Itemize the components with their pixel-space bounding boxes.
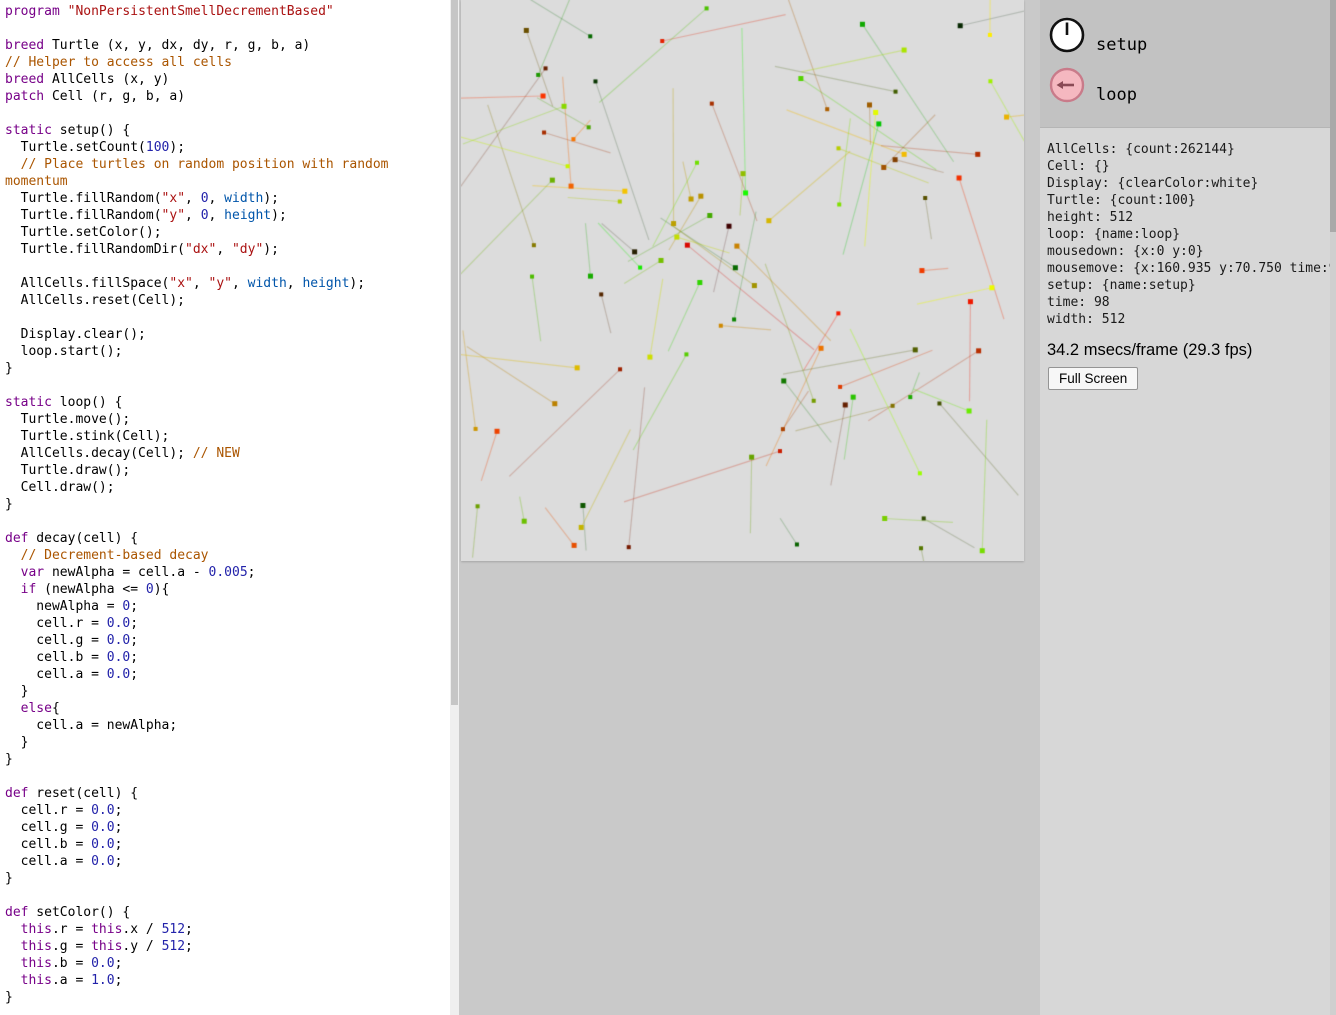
stopwatch-icon [1048,42,1086,57]
app-root: program "NonPersistentSmellDecrementBase… [0,0,1336,1015]
control-panel: setup loop AllCells: {count:262144} Cell… [1040,0,1336,1015]
loop-button-label[interactable]: loop [1096,85,1137,105]
panel-scrollbar[interactable] [1330,0,1336,1015]
variable-item: mousedown: {x:0 y:0} [1047,243,1336,260]
variable-item: height: 512 [1047,209,1336,226]
panel-scrollbar-thumb[interactable] [1330,0,1336,232]
variable-item: mousemove: {x:160.935 y:70.750 time:9 [1047,260,1336,277]
variable-item: loop: {name:loop} [1047,226,1336,243]
frame-stats: 34.2 msecs/frame (29.3 fps) [1047,341,1252,360]
variable-item: Display: {clearColor:white} [1047,175,1336,192]
code-scrollbar-thumb[interactable] [451,0,458,705]
simulation-canvas[interactable] [461,0,1024,561]
code-editor-pane: program "NonPersistentSmellDecrementBase… [0,0,450,1015]
variable-item: AllCells: {count:262144} [1047,141,1336,158]
variable-item: width: 512 [1047,311,1336,328]
fullscreen-button[interactable]: Full Screen [1048,367,1138,390]
loop-button[interactable] [1048,66,1086,104]
variable-item: Cell: {} [1047,158,1336,175]
loop-control: loop [1048,66,1137,104]
setup-button[interactable] [1048,16,1086,54]
code-editor-scrollbar[interactable] [450,0,459,1015]
variable-item: setup: {name:setup} [1047,277,1336,294]
code-content[interactable]: program "NonPersistentSmellDecrementBase… [0,0,450,1006]
variables-list: AllCells: {count:262144} Cell: {} Displa… [1047,141,1336,328]
setup-control: setup [1048,16,1147,54]
setup-button-label[interactable]: setup [1096,35,1147,55]
loop-arrow-icon [1048,92,1086,107]
variable-item: Turtle: {count:100} [1047,192,1336,209]
variable-item: time: 98 [1047,294,1336,311]
simulation-background [459,0,1040,1015]
